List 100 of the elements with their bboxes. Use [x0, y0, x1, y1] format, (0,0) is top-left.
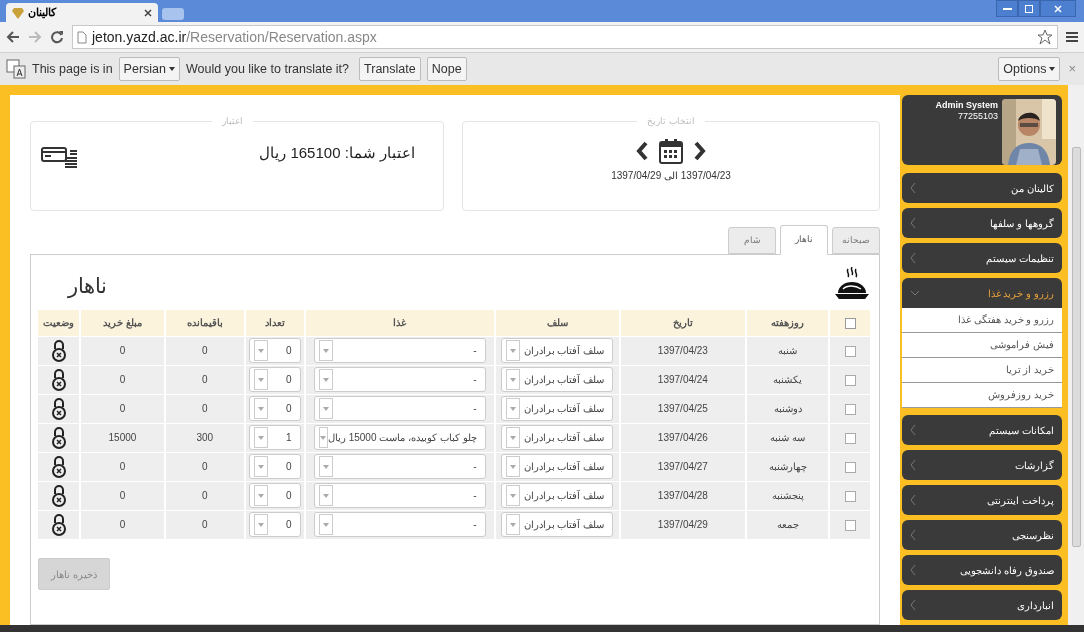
previous-icon[interactable] — [635, 140, 649, 162]
dropdown[interactable]: سلف آفتاب برادران — [501, 425, 614, 450]
lock-icon — [51, 368, 66, 391]
lock-icon — [51, 513, 66, 536]
day-text: چهارشنبه — [768, 461, 807, 472]
date-text: 1397/04/29 — [657, 519, 708, 531]
dropdown[interactable]: سلف آفتاب برادران — [501, 338, 614, 363]
sidebar-item[interactable]: امکانات سیستم — [902, 415, 1062, 445]
dropdown[interactable]: - — [313, 338, 486, 363]
chevron-left-icon — [910, 217, 916, 229]
dropdown[interactable]: - — [313, 396, 486, 421]
card-and-coins-icon — [41, 146, 79, 168]
row-checkbox[interactable] — [844, 490, 856, 502]
sidebar-item[interactable]: تنظیمات سیستم — [902, 243, 1062, 273]
dropdown[interactable]: - — [313, 512, 486, 538]
dropdown[interactable]: 0 — [248, 483, 301, 508]
lock-icon — [51, 484, 66, 507]
chevron-left-icon — [910, 599, 916, 611]
sidebar-item[interactable]: گزارشات — [902, 450, 1062, 480]
meal-tab[interactable]: صبحانه — [832, 227, 880, 254]
user-name: Admin System — [935, 100, 998, 111]
dropdown[interactable]: سلف آفتاب برادران — [501, 454, 614, 479]
dropdown[interactable]: سلف آفتاب برادران — [501, 367, 614, 392]
minimize-button[interactable] — [996, 0, 1018, 17]
remaining-text: 0 — [201, 374, 208, 385]
remaining-text: 0 — [201, 490, 208, 501]
row-checkbox[interactable] — [844, 432, 856, 444]
options-button[interactable]: Options — [998, 57, 1061, 81]
user-id: 77255103 — [957, 111, 998, 122]
submenu-item[interactable]: خرید از تریا — [902, 358, 1062, 383]
day-text: دوشنبه — [773, 403, 802, 414]
restore-button[interactable] — [1018, 0, 1040, 17]
sidebar-item[interactable]: گروهها و سلفها — [902, 208, 1062, 238]
dropdown[interactable]: - — [313, 367, 486, 392]
sidebar-item[interactable]: نظرسنجی — [902, 520, 1062, 550]
sidebar-item[interactable]: صندوق رفاه دانشجویی — [902, 555, 1062, 585]
language-dropdown[interactable]: Persian — [118, 57, 180, 81]
amount-text: 0 — [119, 490, 126, 501]
panel-title: ناهار — [68, 273, 107, 301]
amount-text: 0 — [119, 374, 126, 385]
calendar-icon[interactable] — [659, 138, 683, 164]
dropdown[interactable]: چلو کباب کوبیده، ماست 15000 ریال — [313, 425, 486, 450]
sidebar-item[interactable]: پرداخت اینترنتی — [902, 485, 1062, 515]
row-checkbox[interactable] — [844, 345, 856, 357]
lock-icon — [51, 397, 66, 420]
amount-text: 0 — [119, 519, 126, 531]
next-icon[interactable] — [693, 140, 707, 162]
row-checkbox[interactable] — [844, 461, 856, 473]
dropdown[interactable]: سلف آفتاب برادران — [501, 512, 614, 538]
window-close-button[interactable] — [1040, 0, 1076, 17]
dropdown[interactable]: 0 — [248, 512, 301, 538]
submenu-item[interactable]: خرید روزفروش — [902, 383, 1062, 408]
amount-text: 0 — [119, 461, 126, 472]
translate-prompt: This page is in — [32, 60, 113, 78]
back-icon[interactable] — [6, 30, 20, 44]
dropdown[interactable]: 1 — [248, 425, 301, 450]
menu-icon[interactable] — [1066, 31, 1078, 43]
chevron-left-icon — [910, 564, 916, 576]
amount-text: 15000 — [108, 432, 137, 443]
close-icon — [1054, 4, 1062, 13]
day-text: یکشنبه — [773, 374, 803, 385]
diamond-icon — [12, 6, 24, 19]
close-icon[interactable] — [144, 8, 152, 17]
card-legend: اعتبار — [212, 115, 253, 127]
reload-icon[interactable] — [50, 30, 64, 44]
remaining-text: 0 — [201, 345, 208, 356]
translate-button[interactable]: Translate — [359, 57, 421, 81]
sidebar-item[interactable]: کالینان من — [902, 173, 1062, 203]
dropdown[interactable]: - — [313, 483, 486, 508]
dropdown[interactable]: سلف آفتاب برادران — [501, 396, 614, 421]
chevron-left-icon — [910, 494, 916, 506]
row-checkbox[interactable] — [844, 520, 856, 532]
submenu-item[interactable]: فیش فراموشی — [902, 333, 1062, 358]
forward-icon[interactable] — [28, 30, 42, 44]
row-checkbox[interactable] — [844, 374, 856, 386]
nope-button[interactable]: Nope — [426, 57, 467, 81]
dropdown[interactable]: سلف آفتاب برادران — [501, 483, 614, 508]
dropdown[interactable]: 0 — [248, 367, 301, 392]
dropdown[interactable]: - — [313, 454, 486, 479]
remaining-text: 300 — [196, 432, 214, 443]
sidebar-item[interactable]: انبارداری — [902, 590, 1062, 620]
date-text: 1397/04/28 — [657, 490, 708, 501]
dropdown[interactable]: 0 — [248, 338, 301, 363]
dropdown[interactable]: 0 — [248, 396, 301, 421]
browser-tab[interactable]: کالینان — [6, 3, 158, 22]
chevron-down-icon — [910, 290, 920, 296]
day-text: شنبه — [778, 345, 798, 356]
submenu-item[interactable]: رزرو و خرید هفتگی غذا — [902, 308, 1062, 333]
meal-tab[interactable]: شام — [728, 227, 776, 254]
date-text: 1397/04/25 — [657, 403, 708, 414]
sidebar-item[interactable]: رزرو و خرید غذا — [902, 278, 1062, 308]
address-bar[interactable]: jeton.yazd.ac.ir/Reservation/Reservation.aspx — [72, 25, 1058, 49]
meal-tab[interactable]: ناهار — [780, 225, 828, 255]
star-icon[interactable] — [1037, 29, 1053, 45]
select-all-checkbox[interactable] — [844, 318, 856, 330]
date-text: 1397/04/26 — [657, 432, 708, 443]
remaining-text: 0 — [201, 403, 208, 414]
row-checkbox[interactable] — [844, 403, 856, 415]
day-text: پنجشنبه — [771, 490, 804, 501]
dropdown[interactable]: 0 — [248, 454, 301, 479]
